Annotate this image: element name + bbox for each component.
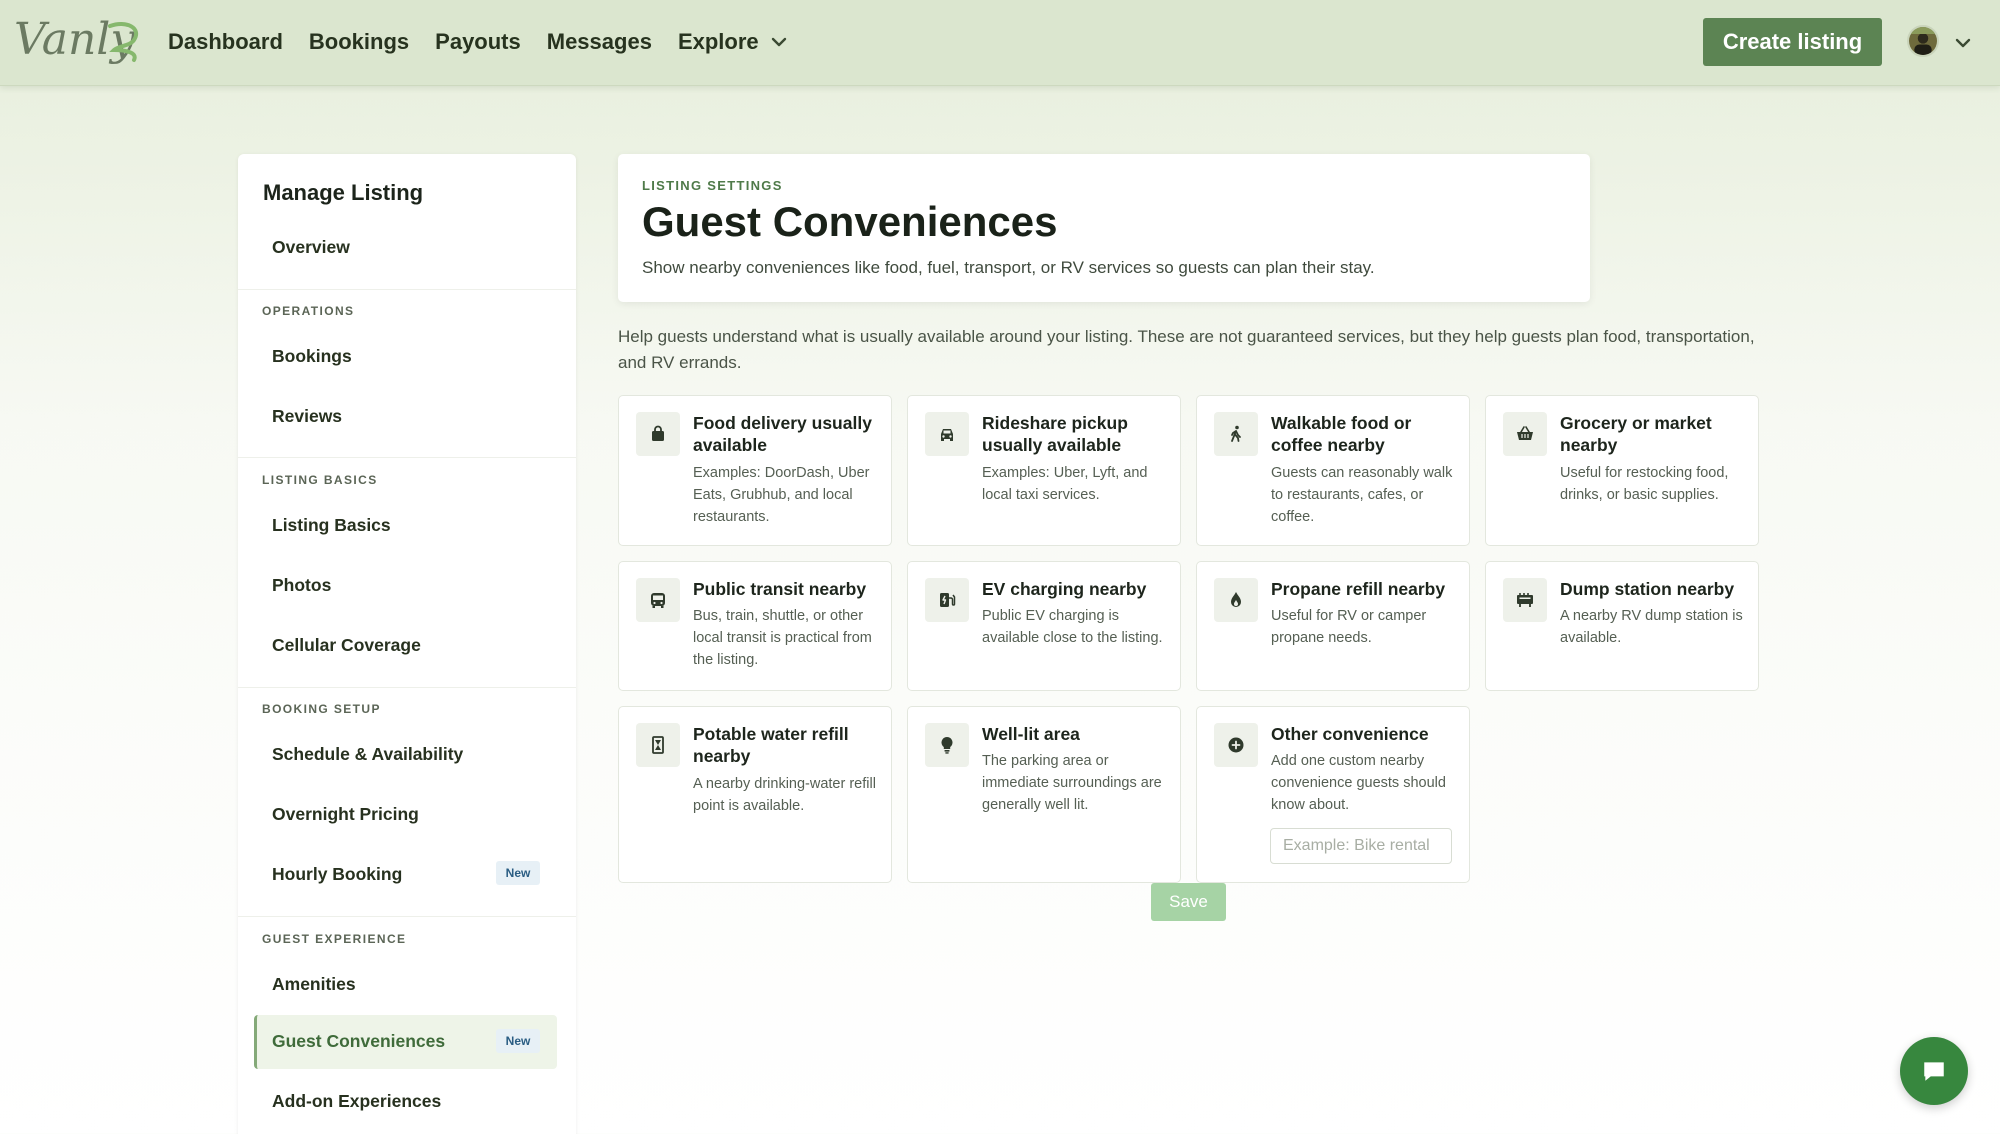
sidebar-item-bookings[interactable]: Bookings xyxy=(272,346,352,367)
sidebar-section-booking-setup: BOOKING SETUP xyxy=(262,702,381,716)
sidebar-item-amenities[interactable]: Amenities xyxy=(272,974,356,995)
convenience-card-other[interactable]: Other convenience Add one custom nearby … xyxy=(1196,706,1470,883)
sidebar-item-guest-conveniences[interactable]: Guest Conveniences xyxy=(272,1031,445,1052)
sidebar-section-listing-basics: LISTING BASICS xyxy=(262,473,378,487)
card-description: The parking area or immediate surroundin… xyxy=(982,753,1162,813)
plus-circle-icon xyxy=(1214,723,1258,767)
chevron-down-icon xyxy=(771,37,786,47)
car-icon xyxy=(925,412,969,456)
dump-station-icon xyxy=(1503,578,1547,622)
page-header-card: LISTING SETTINGS Guest Conveniences Show… xyxy=(618,154,1590,302)
card-description: Add one custom nearby convenience guests… xyxy=(1271,753,1446,813)
page-title: Guest Conveniences xyxy=(642,198,1058,245)
sidebar-section-guest-experience: GUEST EXPERIENCE xyxy=(262,932,407,946)
sidebar-divider xyxy=(238,457,576,458)
card-title: EV charging nearby xyxy=(982,579,1147,599)
help-text: Help guests understand what is usually a… xyxy=(618,327,1755,372)
sidebar-item-overview[interactable]: Overview xyxy=(272,237,350,258)
card-description: A nearby RV dump station is available. xyxy=(1560,608,1743,646)
convenience-card-food-delivery[interactable]: Food delivery usually available Examples… xyxy=(618,395,892,546)
ev-charger-icon xyxy=(925,578,969,622)
sidebar-title: Manage Listing xyxy=(263,180,424,205)
basket-icon xyxy=(1503,412,1547,456)
convenience-card-dump-station[interactable]: Dump station nearby A nearby RV dump sta… xyxy=(1485,561,1759,691)
page-subtitle: Show nearby conveniences like food, fuel… xyxy=(642,258,1375,277)
sidebar-item-overnight-pricing[interactable]: Overnight Pricing xyxy=(272,804,419,825)
convenience-card-propane[interactable]: Propane refill nearby Useful for RV or c… xyxy=(1196,561,1470,691)
lightbulb-icon xyxy=(925,723,969,767)
new-badge: New xyxy=(496,861,540,885)
nav-dashboard-label: Dashboard xyxy=(168,29,283,54)
card-title: Other convenience xyxy=(1271,724,1429,744)
avatar[interactable] xyxy=(1907,25,1939,57)
flame-icon xyxy=(1214,578,1258,622)
card-description: Guests can reasonably walk to restaurant… xyxy=(1271,465,1453,525)
water-bottle-icon xyxy=(636,723,680,767)
card-description: Examples: DoorDash, Uber Eats, Grubhub, … xyxy=(693,465,870,525)
nav-bookings-label: Bookings xyxy=(308,29,410,54)
nav-explore[interactable]: Explore xyxy=(678,27,789,57)
top-navigation-bar: Vanly Dashboard Bookings Payouts Message… xyxy=(0,0,2000,86)
sidebar-item-photos[interactable]: Photos xyxy=(272,575,331,596)
sidebar-item-listing-basics[interactable]: Listing Basics xyxy=(272,515,391,536)
card-title: Well-lit area xyxy=(982,724,1080,744)
sidebar-item-add-on-experiences[interactable]: Add-on Experiences xyxy=(272,1091,441,1112)
card-description: A nearby drinking-water refill point is … xyxy=(693,776,876,814)
save-button[interactable]: Save xyxy=(1151,883,1226,921)
shopping-bag-icon xyxy=(636,412,680,456)
card-title: Dump station nearby xyxy=(1560,579,1735,599)
card-title: Walkable food or coffee nearby xyxy=(1271,413,1412,455)
card-description: Public EV charging is available close to… xyxy=(982,608,1163,646)
walking-person-icon xyxy=(1214,412,1258,456)
nav-dashboard[interactable]: Dashboard xyxy=(168,27,283,57)
nav-payouts[interactable]: Payouts xyxy=(435,27,521,57)
card-title: Propane refill nearby xyxy=(1271,579,1446,599)
sidebar-item-schedule-availability[interactable]: Schedule & Availability xyxy=(272,744,463,765)
avatar-image xyxy=(1909,27,1937,55)
convenience-card-walkable-food[interactable]: Walkable food or coffee nearby Guests ca… xyxy=(1196,395,1470,546)
sidebar-item-hourly-booking[interactable]: Hourly Booking xyxy=(272,864,402,885)
nav-bookings[interactable]: Bookings xyxy=(309,27,409,57)
card-description: Useful for RV or camper propane needs. xyxy=(1271,608,1427,646)
other-convenience-input[interactable] xyxy=(1270,828,1452,864)
sidebar-divider xyxy=(238,289,576,290)
new-badge: New xyxy=(496,1029,540,1053)
card-title: Grocery or market nearby xyxy=(1560,413,1712,455)
sidebar-divider xyxy=(238,916,576,917)
convenience-card-rideshare[interactable]: Rideshare pickup usually available Examp… xyxy=(907,395,1181,546)
bus-icon xyxy=(636,578,680,622)
card-title: Public transit nearby xyxy=(693,579,867,599)
card-description: Bus, train, shuttle, or other local tran… xyxy=(693,608,872,668)
nav-messages[interactable]: Messages xyxy=(547,27,652,57)
nav-messages-label: Messages xyxy=(546,29,652,54)
vanly-logo[interactable]: Vanly xyxy=(14,14,144,66)
nav-explore-label: Explore xyxy=(677,29,759,54)
card-title: Food delivery usually available xyxy=(693,413,872,455)
chat-bubble-icon xyxy=(1924,1062,1944,1081)
sidebar-divider xyxy=(238,687,576,688)
main-nav: Dashboard Bookings Payouts Messages Expl… xyxy=(168,27,789,57)
convenience-card-well-lit[interactable]: Well-lit area The parking area or immedi… xyxy=(907,706,1181,883)
manage-listing-sidebar: Manage Listing Overview OPERATIONS Booki… xyxy=(238,154,576,1134)
sidebar-section-operations: OPERATIONS xyxy=(262,304,355,318)
convenience-card-potable-water[interactable]: Potable water refill nearby A nearby dri… xyxy=(618,706,892,883)
chat-launcher-button[interactable] xyxy=(1900,1037,1968,1105)
section-eyebrow: LISTING SETTINGS xyxy=(642,178,783,193)
sidebar-item-cellular-coverage[interactable]: Cellular Coverage xyxy=(272,635,421,656)
create-listing-button[interactable]: Create listing xyxy=(1703,18,1882,66)
convenience-card-ev-charging[interactable]: EV charging nearby Public EV charging is… xyxy=(907,561,1181,691)
convenience-card-public-transit[interactable]: Public transit nearby Bus, train, shuttl… xyxy=(618,561,892,691)
card-title: Rideshare pickup usually available xyxy=(982,413,1128,455)
logo-text: Vanly xyxy=(14,14,136,65)
convenience-card-grocery[interactable]: Grocery or market nearby Useful for rest… xyxy=(1485,395,1759,546)
sidebar-item-reviews[interactable]: Reviews xyxy=(272,406,342,427)
card-title: Potable water refill nearby xyxy=(693,724,849,766)
card-description: Useful for restocking food, drinks, or b… xyxy=(1560,465,1729,503)
card-description: Examples: Uber, Lyft, and local taxi ser… xyxy=(982,465,1148,503)
account-chevron-down-icon[interactable] xyxy=(1952,32,1974,54)
nav-payouts-label: Payouts xyxy=(435,29,521,54)
